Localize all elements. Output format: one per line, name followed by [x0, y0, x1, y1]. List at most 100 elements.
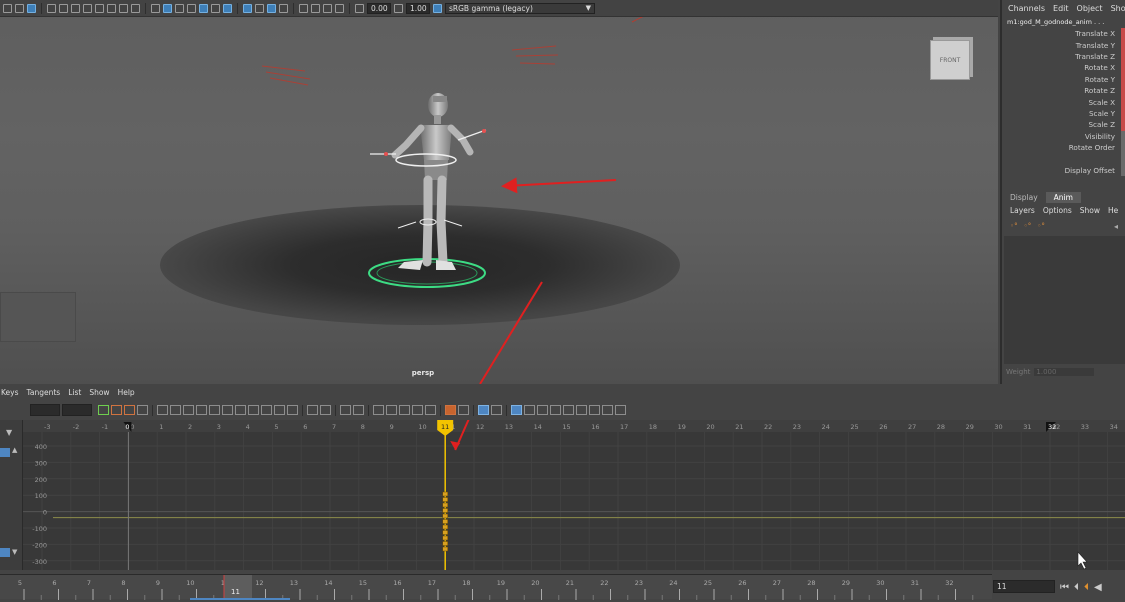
step-back-frame-icon[interactable]: ⏴	[1074, 582, 1079, 593]
menu-layers[interactable]: Layers	[1010, 206, 1035, 215]
channel-attr-row[interactable]: Rotate Y	[1002, 73, 1125, 85]
node-name[interactable]: m1:god_M_godnode_anim . . .	[1002, 16, 1125, 28]
channel-attr-row[interactable]: Rotate Order	[1002, 141, 1125, 154]
color-space-dropdown[interactable]: sRGB gamma (legacy) ▼	[445, 2, 595, 14]
gamma-field[interactable]: 1.00	[406, 2, 430, 14]
linear-infinity-icon[interactable]	[615, 405, 626, 415]
image-plane-icon[interactable]	[47, 3, 56, 13]
menu-list[interactable]: List	[68, 388, 81, 400]
stacked-curves-icon[interactable]	[511, 405, 522, 415]
clamped-tangent-icon[interactable]	[235, 405, 246, 415]
center-current-time-icon[interactable]	[196, 405, 207, 415]
xray-active-components-icon[interactable]	[335, 3, 344, 13]
cycle-icon[interactable]	[576, 405, 587, 415]
motion-blur-icon[interactable]	[255, 3, 264, 13]
go-to-start-icon[interactable]: ⏮	[1060, 582, 1069, 593]
load-selected-icon[interactable]	[412, 405, 423, 415]
stats-field-2[interactable]	[62, 404, 92, 416]
plateau-tangent-icon[interactable]	[287, 405, 298, 415]
channel-attr-row[interactable]: Rotate Z	[1002, 84, 1125, 97]
channel-attr-row[interactable]: Visibility	[1002, 130, 1125, 142]
textured-icon[interactable]	[199, 3, 208, 13]
play-backwards-icon[interactable]: ◀	[1094, 582, 1102, 593]
linear-tangent-icon[interactable]	[248, 405, 259, 415]
region-select-icon[interactable]	[137, 405, 148, 415]
swap-buffer-curve-icon[interactable]	[320, 405, 331, 415]
current-time-field[interactable]: 11	[993, 580, 1055, 593]
channel-attr-row[interactable]: Display Offset	[1002, 164, 1125, 177]
grease-pencil-icon[interactable]	[83, 3, 92, 13]
exposure-icon[interactable]	[355, 3, 364, 13]
multisample-aa-icon[interactable]	[267, 3, 276, 13]
frame-selection-icon[interactable]	[170, 405, 181, 415]
menu-show[interactable]: Show	[89, 388, 109, 400]
step-tangent-icon[interactable]	[274, 405, 285, 415]
screen-space-ao-icon[interactable]	[243, 3, 252, 13]
frame-playback-range-icon[interactable]	[183, 405, 194, 415]
stats-field-1[interactable]	[30, 404, 60, 416]
tab-display[interactable]: Display	[1002, 192, 1046, 203]
channel-attr-row[interactable]: Scale Y	[1002, 107, 1125, 120]
lock-camera-icon[interactable]	[15, 3, 24, 13]
wireframe-on-shaded-icon[interactable]	[187, 3, 196, 13]
curve-list-item-icon-2[interactable]	[0, 548, 10, 557]
resolution-gate-icon[interactable]	[119, 3, 128, 13]
spline-tangent-icon[interactable]	[222, 405, 233, 415]
menu-object[interactable]: Object	[1077, 4, 1103, 16]
color-management-icon[interactable]	[433, 3, 442, 13]
isolate-select-icon[interactable]	[299, 3, 308, 13]
curve-list-item-icon[interactable]	[0, 448, 10, 457]
insert-key-icon[interactable]	[111, 405, 122, 415]
menu-edit[interactable]: Edit	[1053, 4, 1069, 16]
gamma-icon[interactable]	[394, 3, 403, 13]
viewport-persp[interactable]: 0.00 1.00 sRGB gamma (legacy) ▼ FRONT pe…	[0, 0, 998, 384]
time-snap-icon[interactable]	[425, 405, 436, 415]
lattice-deform-icon[interactable]	[124, 405, 135, 415]
2d-pan-zoom-icon[interactable]	[71, 3, 80, 13]
graph-editor-curve-view[interactable]: -3-2-10123456789101112131415161718192021…	[23, 420, 1125, 570]
move-key-icon[interactable]	[98, 405, 109, 415]
exposure-field[interactable]: 0.00	[367, 2, 391, 14]
create-override-layer-icon[interactable]: ◦°	[1037, 222, 1045, 230]
view-cube[interactable]: FRONT	[930, 40, 970, 80]
scroll-down-icon[interactable]: ▼	[12, 548, 17, 556]
lock-tangent-weight-icon[interactable]	[386, 405, 397, 415]
menu-channels[interactable]: Channels	[1008, 4, 1045, 16]
auto-tangent-icon[interactable]	[209, 405, 220, 415]
anim-layer-list[interactable]	[1004, 236, 1125, 364]
menu-tangents[interactable]: Tangents	[27, 388, 61, 400]
post-infinity-cycle-icon[interactable]	[458, 405, 469, 415]
arrow-left-icon[interactable]: ◂	[1114, 222, 1118, 231]
menu-help[interactable]: He	[1108, 206, 1118, 215]
flat-tangent-icon[interactable]	[261, 405, 272, 415]
select-camera-icon[interactable]	[3, 3, 12, 13]
bookmark-icon[interactable]	[59, 3, 68, 13]
default-material-icon[interactable]	[175, 3, 184, 13]
create-layer-icon[interactable]: ◦°	[1010, 222, 1018, 230]
channel-attr-row[interactable]: Scale Z	[1002, 119, 1125, 131]
channel-attr-row[interactable]: Translate Z	[1002, 50, 1125, 63]
isolate-curve-icon[interactable]	[478, 405, 489, 415]
curve-display-icon[interactable]	[537, 405, 548, 415]
free-tangent-weight-icon[interactable]	[373, 405, 384, 415]
unify-tangents-icon[interactable]	[353, 405, 364, 415]
channel-attr-row[interactable]	[1002, 153, 1125, 165]
channel-attr-row[interactable]: Translate Y	[1002, 39, 1125, 51]
shadows-icon[interactable]	[223, 3, 232, 13]
auto-load-icon[interactable]	[399, 405, 410, 415]
channel-attr-row[interactable]: Rotate X	[1002, 62, 1125, 74]
chevron-down-icon[interactable]: ▼	[6, 428, 12, 437]
menu-help[interactable]: Help	[118, 388, 135, 400]
grid-icon[interactable]	[95, 3, 104, 13]
frame-all-icon[interactable]	[157, 405, 168, 415]
show-results-icon[interactable]	[524, 405, 535, 415]
pre-infinity-cycle-icon[interactable]	[445, 405, 456, 415]
smooth-shade-icon[interactable]	[163, 3, 172, 13]
menu-show[interactable]: Sho	[1111, 4, 1125, 16]
film-gate-icon[interactable]	[107, 3, 116, 13]
xray-joints-icon[interactable]	[323, 3, 332, 13]
channel-attr-row[interactable]: Scale X	[1002, 96, 1125, 108]
camera-attributes-icon[interactable]	[27, 3, 36, 13]
xray-icon[interactable]	[311, 3, 320, 13]
infinity-display-icon[interactable]	[563, 405, 574, 415]
